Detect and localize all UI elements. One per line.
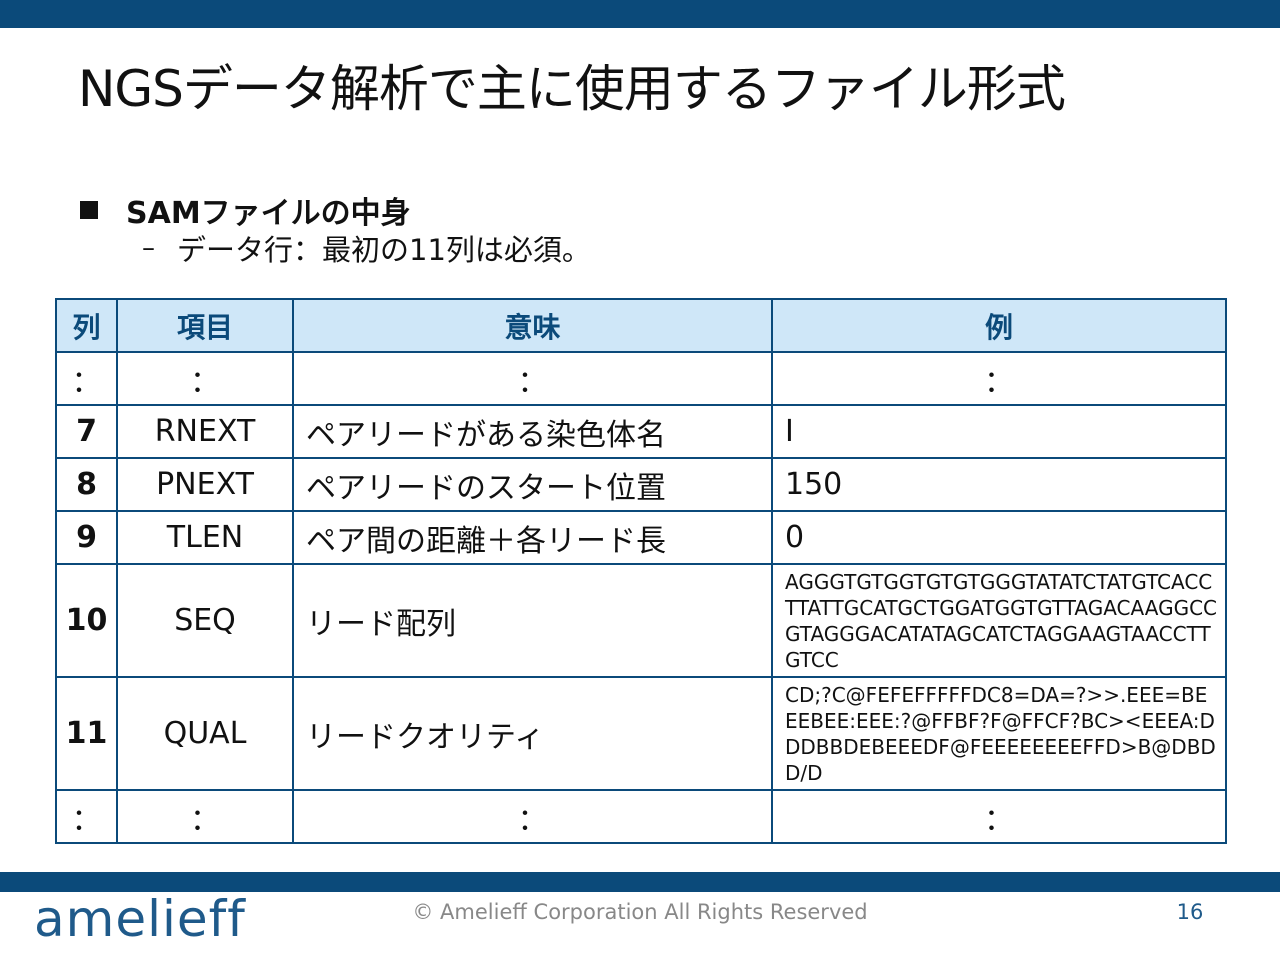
row-item: PNEXT [116,457,294,512]
table-row: 9 TLEN ペア間の距離＋各リード長 0 [55,510,1227,565]
ellipsis-cell: ： [771,351,1227,406]
ellipsis-cell: ： [292,789,773,844]
row-col-number: 9 [55,510,118,565]
row-col-number: 7 [55,404,118,459]
row-example: AGGGTGTGGTGTGTGGGTATATCTATGTCACCTTATTGCA… [771,563,1227,678]
row-col-number: 10 [55,563,118,678]
table-row: 7 RNEXT ペアリードがある染色体名 I [55,404,1227,459]
bullet-text: SAMファイルの中身 [126,196,411,231]
row-item: TLEN [116,510,294,565]
ellipsis-cell: ： [116,351,294,406]
table-row: 10 SEQ リード配列 AGGGTGTGGTGTGTGGGTATATCTATG… [55,563,1227,678]
bottom-bar [0,872,1280,892]
row-meaning: ペアリードがある染色体名 [292,404,773,459]
bullet: SAMファイルの中身 [80,190,411,231]
ellipsis-cell: ： [55,789,118,844]
top-bar [0,0,1280,28]
ellipsis-cell: ： [55,351,118,406]
row-item: RNEXT [116,404,294,459]
slide-title: NGSデータ解析で主に使用するファイル形式 [78,60,1066,118]
row-example: I [771,404,1227,459]
copyright-text: © Amelieff Corporation All Rights Reserv… [412,900,868,924]
row-example: CD;?C@FEFEFFFFFDC8=DA=?>>.EEE=BEEEBEE:EE… [771,676,1227,791]
sub-bullet: – データ行：最初の11列は必須。 [142,228,591,268]
table-row: 8 PNEXT ペアリードのスタート位置 150 [55,457,1227,512]
slide: NGSデータ解析で主に使用するファイル形式 SAMファイルの中身 – データ行：… [0,0,1280,960]
ellipsis-cell: ： [771,789,1227,844]
row-meaning: リード配列 [292,563,773,678]
header-example: 例 [771,298,1227,353]
sub-bullet-dash: – [142,233,155,263]
row-meaning: リードクオリティ [292,676,773,791]
header-item: 項目 [116,298,294,353]
page-number: 16 [1176,900,1204,924]
row-col-number: 8 [55,457,118,512]
ellipsis-cell: ： [116,789,294,844]
row-item: SEQ [116,563,294,678]
sub-bullet-text: データ行：最初の11列は必須。 [177,233,591,267]
row-meaning: ペア間の距離＋各リード長 [292,510,773,565]
header-col: 列 [55,298,118,353]
row-col-number: 11 [55,676,118,791]
row-example: 0 [771,510,1227,565]
sam-fields-table: 列 項目 意味 例 ： ： ： ： 7 RNEXT ペアリードがある染色体名 I… [55,298,1227,844]
header-meaning: 意味 [292,298,773,353]
row-meaning: ペアリードのスタート位置 [292,457,773,512]
ellipsis-row: ： ： ： ： [55,351,1227,406]
bullet-square-icon [80,201,98,219]
row-example: 150 [771,457,1227,512]
ellipsis-cell: ： [292,351,773,406]
table-row: 11 QUAL リードクオリティ CD;?C@FEFEFFFFFDC8=DA=?… [55,676,1227,791]
table-header-row: 列 項目 意味 例 [55,298,1227,353]
row-item: QUAL [116,676,294,791]
ellipsis-row: ： ： ： ： [55,789,1227,844]
